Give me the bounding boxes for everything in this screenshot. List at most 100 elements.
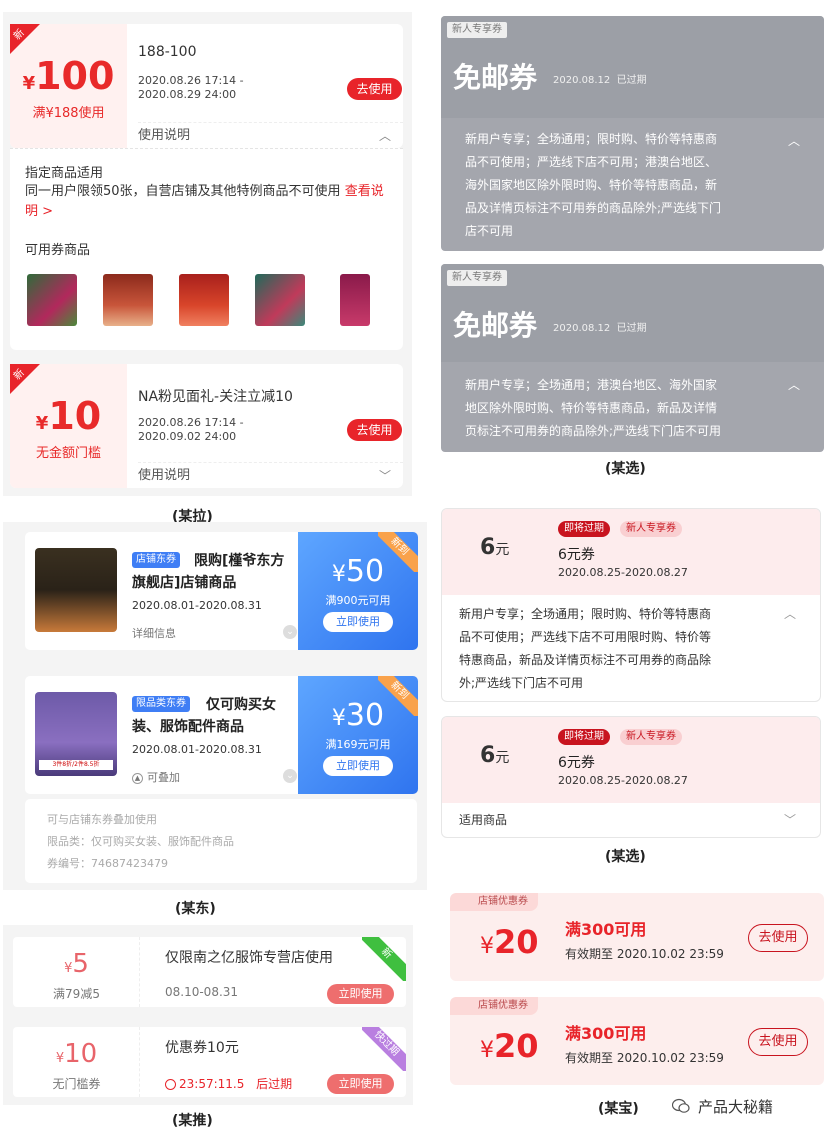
coupon-condition: 满¥188使用 <box>32 106 105 121</box>
caption-yanxuan-2: (某选) <box>605 849 646 865</box>
chevron-down-icon[interactable]: ⌄ <box>283 625 297 639</box>
coupon-condition: 无金额门槛 <box>35 446 101 461</box>
usage-label: 使用说明 <box>138 468 191 483</box>
new-user-badge: 新人专享券 <box>447 22 507 38</box>
use-coupon-button[interactable]: 去使用 <box>347 419 402 441</box>
coupon-title: 仅可购买女装、服饰配件商品 <box>132 697 276 735</box>
coupon-title: 仅限南之亿服饰专营店使用 <box>165 950 333 966</box>
coupon-description: 新用户专享；全场通用；限时购、特价等特惠商 品不可使用；严选线下店不可用限时购、… <box>459 607 712 690</box>
coupon-condition: 满169元可用 <box>325 738 391 751</box>
product-image[interactable]: 3件8折/2件8.5折 <box>35 692 117 776</box>
chevron-up-icon[interactable]: ︿ <box>788 132 800 149</box>
coupon-date-status: 2020.08.12 已过期 <box>553 323 647 334</box>
applicable-goods-toggle[interactable]: 适用商品 <box>459 811 507 828</box>
shop-coupon-badge: 店铺优惠券 <box>450 997 538 1015</box>
kaola-coupon-amount-area: 新 ¥100 满¥188使用 <box>10 24 127 148</box>
new-user-badge: 新人专享券 <box>620 521 682 537</box>
goods-label: 可用券商品 <box>25 243 91 258</box>
use-coupon-button[interactable]: 去使用 <box>748 924 808 952</box>
coupon-amount-area: ¥5 满79减5 <box>13 937 140 1007</box>
coupon-description: 新用户专享；全场通用；限时购、特价等特惠商 品不可使用；严选线下店不可用；港澳台… <box>465 132 722 238</box>
coupon-amount: ¥100 <box>22 54 115 98</box>
coupon-condition: 无门槛券 <box>52 1077 101 1091</box>
chevron-up-icon[interactable]: ︿ <box>784 605 796 622</box>
kaola-coupon-amount-area: 新 ¥10 无金额门槛 <box>10 364 127 488</box>
use-now-button[interactable]: 立即使用 <box>327 1074 394 1094</box>
watermark-text: 产品大秘籍 <box>698 1098 774 1116</box>
new-user-badge: 新人专享券 <box>447 270 507 286</box>
coupon-amount: ¥10 <box>35 394 102 438</box>
mogu-coupon-2: ¥10 无门槛券 优惠券10元 23:57:11.5 后过期 立即使用 快过期 <box>13 1027 406 1097</box>
goods-thumbnail[interactable] <box>103 274 153 326</box>
new-user-badge: 新人专享券 <box>620 729 682 745</box>
use-coupon-button[interactable]: 去使用 <box>347 78 402 100</box>
coupon-date: 2020.08.26 17:14 - 2020.09.02 24:00 <box>138 416 244 443</box>
coupon-date-status: 2020.08.12 已过期 <box>553 75 647 86</box>
use-coupon-button[interactable]: 去使用 <box>748 1028 808 1056</box>
yanxuan-expired-coupon-1: 新人专享券 免邮券 2020.08.12 已过期 新用户专享；全场通用；限时购、… <box>441 16 824 251</box>
caption-mogu: (某推) <box>172 1113 213 1129</box>
coupon-amount: ¥5 <box>64 949 89 979</box>
goods-thumbnail[interactable] <box>179 274 229 326</box>
coupon-amount-area: ¥10 无门槛券 <box>13 1027 140 1097</box>
coupon-value-area: 新到 ¥30 满169元可用 立即使用 <box>298 676 418 794</box>
detail-rule: 同一用户限领50张，自营店铺及其他特例商品不可使用 查看说明 > <box>25 184 384 219</box>
coupon-condition: 满300可用 <box>565 1024 647 1043</box>
coupon-title: 188-100 <box>138 44 197 60</box>
category-limit: 限品类：仅可购买女装、服饰配件商品 <box>47 835 234 848</box>
detail-scope: 指定商品适用 <box>25 166 104 181</box>
coupon-name: 6元券 <box>558 755 595 771</box>
use-now-button[interactable]: 立即使用 <box>327 984 394 1004</box>
kaola-coupon-2: 新 ¥10 无金额门槛 NA粉见面礼-关注立减10 2020.08.26 17:… <box>10 364 403 488</box>
chevron-down-icon[interactable]: ⌄ <box>283 769 297 783</box>
taobao-coupon-2: 店铺优惠券 ¥20 满300可用 有效期至 2020.10.02 23:59 去… <box>450 997 824 1085</box>
chevron-down-icon[interactable]: ﹀ <box>784 811 796 828</box>
coupon-title: 免邮券 <box>453 309 538 342</box>
stackable-label: ▲ 可叠加 <box>132 769 180 785</box>
yanxuan-coupon-2: 6元 即将过期 新人专享券 6元券 2020.08.25-2020.08.27 … <box>441 716 821 838</box>
usage-instructions-toggle[interactable]: 使用说明 ︿ <box>138 122 403 148</box>
expiring-badge: 即将过期 <box>558 521 610 537</box>
details-link[interactable]: 详细信息 <box>132 625 176 641</box>
goods-thumbnail[interactable] <box>255 274 305 326</box>
coupon-date: 2020.08.01-2020.08.31 <box>132 743 262 756</box>
clock-icon <box>165 1079 176 1090</box>
goods-thumbnail[interactable] <box>340 274 370 326</box>
wechat-icon <box>672 1098 690 1113</box>
caption-taobao: (某宝) <box>598 1101 639 1117</box>
kaola-coupon-1: 新 ¥100 满¥188使用 188-100 2020.08.26 17:14 … <box>10 24 403 148</box>
usage-label: 使用说明 <box>138 128 191 143</box>
coupon-date: 2020.08.26 17:14 - 2020.08.29 24:00 <box>138 74 244 101</box>
coupon-title: 限购[槿爷东方旗舰店]店铺商品 <box>132 553 285 591</box>
jd-coupon-extra-info: 可与店铺东券叠加使用 限品类：仅可购买女装、服饰配件商品 券编号：7468742… <box>25 799 417 883</box>
coupon-amount: ¥50 <box>331 554 385 589</box>
usage-instructions-toggle[interactable]: 使用说明 ﹀ <box>138 462 403 488</box>
chevron-up-icon[interactable]: ︿ <box>788 376 800 393</box>
coupon-date: 2020.08.01-2020.08.31 <box>132 599 262 612</box>
coupon-date-range: 2020.08.25-2020.08.27 <box>558 566 688 579</box>
coupon-amount: ¥20 <box>480 923 539 961</box>
coupon-amount: ¥20 <box>480 1027 539 1065</box>
new-corner-ribbon: 新 <box>362 937 406 981</box>
product-image[interactable] <box>35 548 117 632</box>
expiring-corner-ribbon: 快过期 <box>362 1027 406 1071</box>
use-now-button[interactable]: 立即使用 <box>323 756 393 776</box>
coupon-number: 券编号：74687423479 <box>47 857 168 870</box>
goods-thumbnail[interactable] <box>27 274 77 326</box>
mogu-panel: ¥5 满79减5 仅限南之亿服饰专营店使用 08.10-08.31 立即使用 新… <box>3 925 413 1105</box>
use-now-button[interactable]: 立即使用 <box>323 612 393 632</box>
coupon-condition: 满300可用 <box>565 920 647 939</box>
coupon-title: 优惠券10元 <box>165 1040 239 1056</box>
taobao-coupon-1: 店铺优惠券 ¥20 满300可用 有效期至 2020.10.02 23:59 去… <box>450 893 824 981</box>
kaola-coupon-detail: 指定商品适用 同一用户限领50张，自营店铺及其他特例商品不可使用 查看说明 > … <box>10 148 403 350</box>
coupon-title: NA粉见面礼-关注立减10 <box>138 389 293 405</box>
coupon-expiry: 有效期至 2020.10.02 23:59 <box>565 947 724 961</box>
chevron-down-icon: ﹀ <box>378 469 391 483</box>
shop-coupon-badge: 店铺优惠券 <box>450 893 538 911</box>
caption-jd: (某东) <box>175 901 216 917</box>
yanxuan-coupon-1: 6元 即将过期 新人专享券 6元券 2020.08.25-2020.08.27 … <box>441 508 821 702</box>
coupon-date-range: 2020.08.25-2020.08.27 <box>558 774 688 787</box>
stack-rule: 可与店铺东券叠加使用 <box>47 813 157 826</box>
jd-panel: 店铺东券 限购[槿爷东方旗舰店]店铺商品 2020.08.01-2020.08.… <box>3 522 427 890</box>
coupon-description: 新用户专享；全场通用；港澳台地区、海外国家 地区除外限时购、特价等特惠商品，新品… <box>465 378 722 438</box>
